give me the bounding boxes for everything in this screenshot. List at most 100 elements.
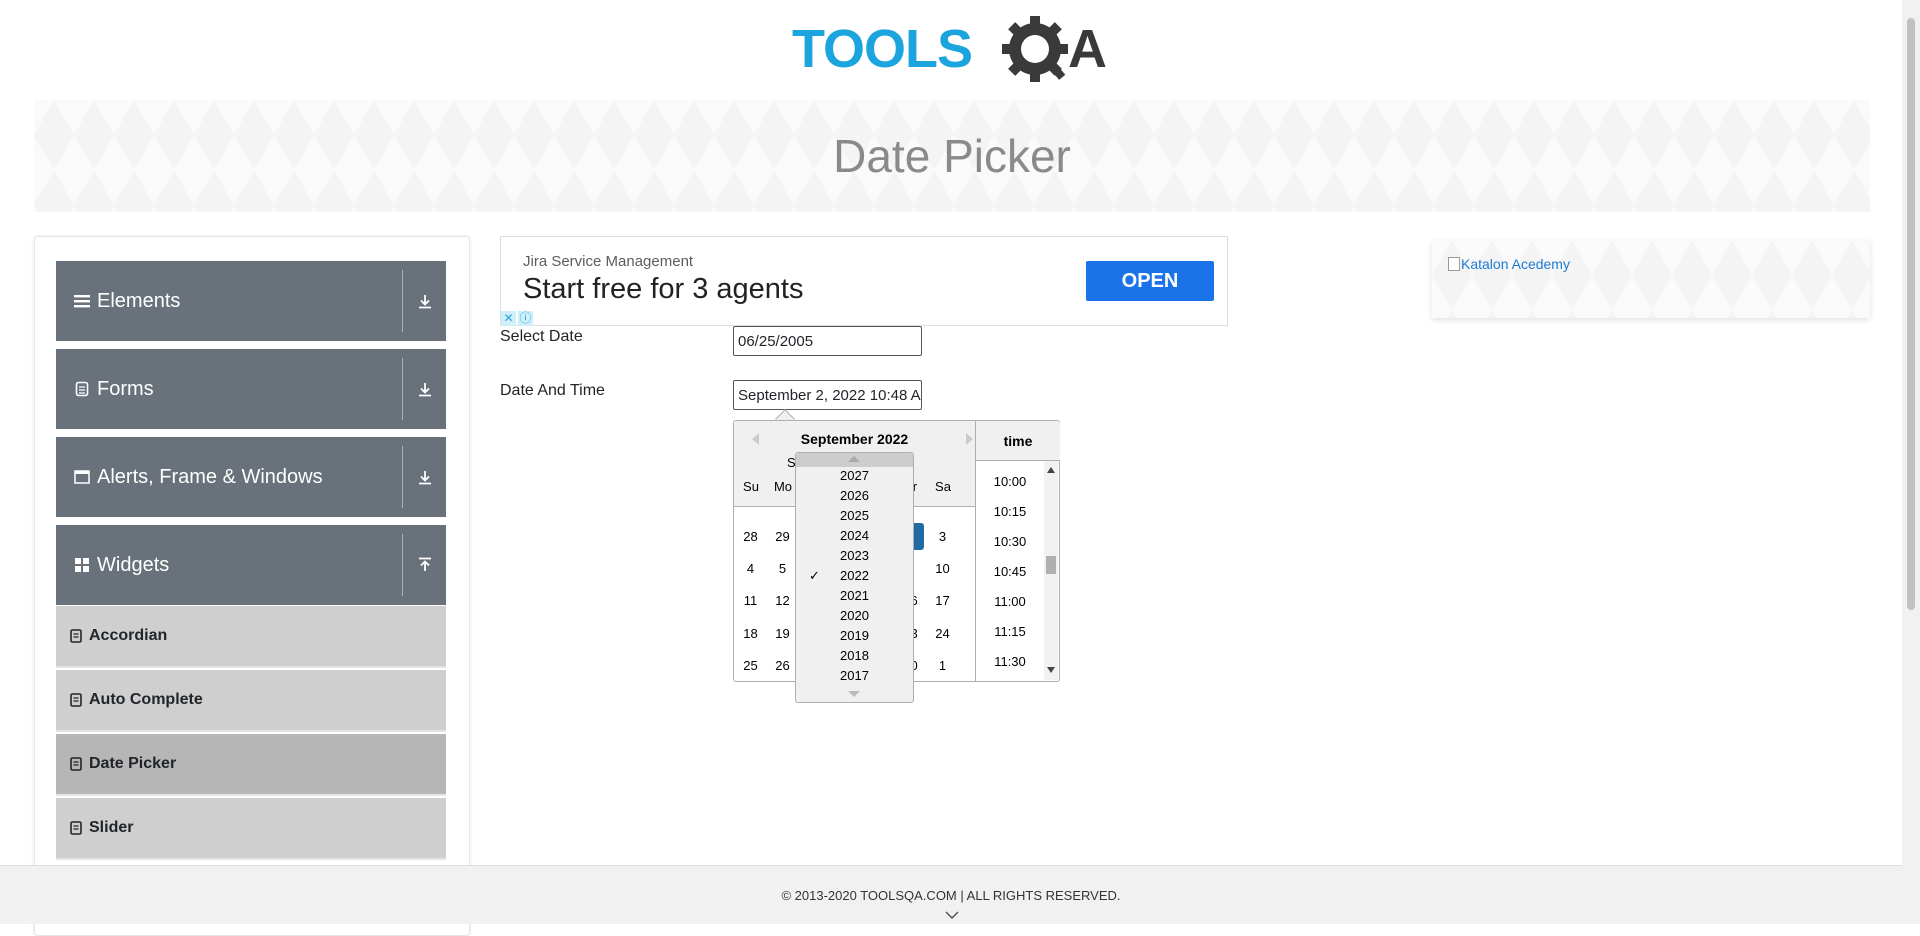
date-time-input[interactable]: September 2, 2022 10:48 AM	[733, 380, 922, 410]
year-option[interactable]: 2026	[796, 488, 913, 503]
page-scrollbar[interactable]	[1902, 0, 1920, 924]
ad-open-button[interactable]: OPEN	[1086, 261, 1214, 301]
year-down-arrow-icon[interactable]	[848, 691, 860, 697]
footer: © 2013-2020 TOOLSQA.COM | ALL RIGHTS RES…	[0, 865, 1902, 924]
sidebar-item-label: Slider	[89, 819, 134, 836]
year-option-selected[interactable]: 2022	[796, 568, 913, 583]
document-icon	[73, 380, 91, 398]
calendar-day[interactable]: 3	[929, 523, 956, 550]
side-ad-link[interactable]: Katalon Acedemy	[1448, 256, 1570, 272]
ad-banner[interactable]: Jira Service Management Start free for 3…	[500, 236, 1228, 326]
calendar-day[interactable]: 28	[737, 523, 764, 550]
sidebar-item-label: Accordian	[89, 627, 168, 644]
sidebar-item-date-picker[interactable]: Date Picker	[56, 734, 446, 796]
ad-brand: Jira Service Management	[523, 253, 694, 270]
next-month-icon[interactable]	[966, 433, 973, 445]
list-doc-icon	[70, 821, 82, 835]
date-time-label: Date And Time	[500, 382, 605, 399]
time-option[interactable]: 11:15	[976, 624, 1044, 639]
year-scroll-up-bar[interactable]	[796, 453, 913, 467]
sidebar-item-label: Date Picker	[89, 755, 177, 772]
time-option[interactable]: 11:00	[976, 594, 1044, 609]
year-option[interactable]: 2024	[796, 528, 913, 543]
time-option[interactable]: 10:00	[976, 474, 1044, 489]
sidebar-group-widgets[interactable]: Widgets	[56, 525, 446, 605]
download-arrow-icon[interactable]	[403, 349, 446, 429]
time-list-scrollbar[interactable]	[1044, 461, 1058, 680]
sidebar-group-label: Forms	[97, 377, 154, 400]
sidebar-group-label: Elements	[97, 289, 181, 312]
broken-image-icon	[1448, 257, 1460, 271]
list-doc-icon	[70, 629, 82, 643]
day-name: Su	[743, 479, 759, 494]
download-arrow-icon[interactable]	[403, 437, 446, 517]
calendar-day[interactable]: 25	[737, 652, 764, 679]
calendar-day[interactable]: 10	[929, 555, 956, 582]
year-option[interactable]: 2017	[796, 668, 913, 683]
time-option[interactable]: 10:45	[976, 564, 1044, 579]
toolsqa-logo[interactable]: TOOLS A	[790, 15, 1120, 90]
calendar-day[interactable]: 26	[769, 652, 796, 679]
calendar-day[interactable]: 4	[737, 555, 764, 582]
select-date-input[interactable]: 06/25/2005	[733, 326, 922, 356]
year-option[interactable]: 2020	[796, 608, 913, 623]
calendar-day[interactable]: 29	[769, 523, 796, 550]
footer-copyright: © 2013-2020 TOOLSQA.COM | ALL RIGHTS RES…	[781, 888, 1121, 903]
sidebar-group-elements[interactable]: Elements	[56, 261, 446, 341]
sidebar-item-slider[interactable]: Slider	[56, 798, 446, 860]
time-option[interactable]: 10:30	[976, 534, 1044, 549]
sidebar-group-label: Alerts, Frame & Windows	[97, 465, 323, 488]
scroll-thumb[interactable]	[1046, 556, 1056, 574]
logo-text-tools: TOOLS	[792, 19, 972, 79]
hamburger-icon	[73, 292, 91, 310]
download-arrow-icon[interactable]	[403, 261, 446, 341]
calendar-day[interactable]: 5	[769, 555, 796, 582]
calendar-day[interactable]: 1	[929, 652, 956, 679]
logo-graphic: TOOLS A	[792, 16, 1107, 82]
grid-icon	[73, 556, 91, 574]
window-icon	[73, 468, 91, 486]
year-option[interactable]: 2025	[796, 508, 913, 523]
list-doc-icon	[70, 757, 82, 771]
current-month-label: September 2022	[800, 431, 909, 447]
year-option[interactable]: 2019	[796, 628, 913, 643]
upload-arrow-icon[interactable]	[403, 525, 446, 605]
calendar-day[interactable]: 17	[929, 587, 956, 614]
ad-close-icon[interactable]: ✕	[501, 311, 516, 326]
ad-badges: ✕ ⓘ	[501, 311, 533, 326]
sidebar-group-label: Widgets	[97, 553, 170, 576]
year-option[interactable]: 2021	[796, 588, 913, 603]
side-ad-alt-text: Katalon Acedemy	[1461, 256, 1570, 272]
day-name: Sa	[935, 479, 951, 494]
year-option[interactable]: 2023	[796, 548, 913, 563]
logo-text-a: A	[1068, 19, 1107, 79]
sidebar-item-accordian[interactable]: Accordian	[56, 606, 446, 668]
chevron-down-icon[interactable]	[945, 911, 959, 919]
time-list-panel: time 10:00 10:15 10:30 10:45 11:00 11:15…	[975, 421, 1060, 681]
sidebar-group-forms[interactable]: Forms	[56, 349, 446, 429]
sidebar-item-auto-complete[interactable]: Auto Complete	[56, 670, 446, 732]
calendar-day[interactable]: 24	[929, 620, 956, 647]
calendar-day[interactable]: 11	[737, 587, 764, 614]
sidebar-item-label: Auto Complete	[89, 691, 203, 708]
sidebar-group-alerts[interactable]: Alerts, Frame & Windows	[56, 437, 446, 517]
ad-info-icon[interactable]: ⓘ	[518, 311, 533, 326]
time-option[interactable]: 10:15	[976, 504, 1044, 519]
page-scroll-thumb[interactable]	[1907, 18, 1915, 610]
calendar-day[interactable]: 12	[769, 587, 796, 614]
scroll-down-icon[interactable]	[1047, 667, 1055, 673]
page-banner: Date Picker	[34, 100, 1870, 212]
year-up-arrow-icon[interactable]	[848, 456, 860, 462]
select-date-label: Select Date	[500, 328, 583, 345]
scroll-up-icon[interactable]	[1047, 467, 1055, 473]
year-dropdown: 2027 2026 2025 2024 2023 ✓ 2022 2021 202…	[795, 452, 914, 703]
calendar-day[interactable]: 19	[769, 620, 796, 647]
year-option[interactable]: 2027	[796, 468, 913, 483]
calendar-day[interactable]: 18	[737, 620, 764, 647]
ad-headline[interactable]: Start free for 3 agents	[523, 273, 803, 306]
time-option[interactable]: 11:30	[976, 654, 1044, 669]
year-option[interactable]: 2018	[796, 648, 913, 663]
side-ad[interactable]: Katalon Acedemy	[1432, 240, 1870, 318]
list-doc-icon	[70, 693, 82, 707]
time-header: time	[976, 421, 1060, 461]
